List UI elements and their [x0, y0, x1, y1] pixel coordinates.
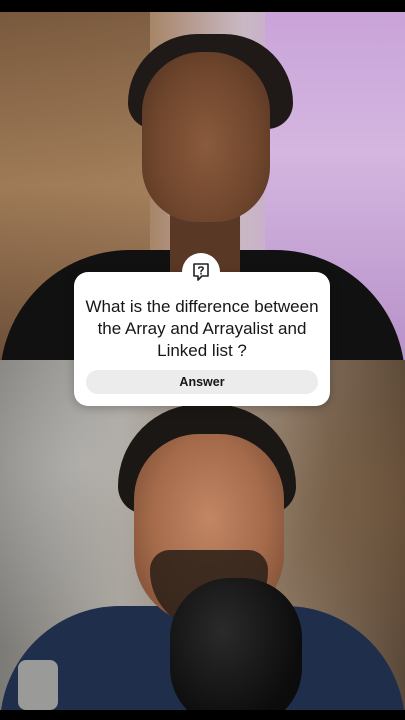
microphone [170, 578, 302, 710]
bottom-letterbox [0, 710, 405, 720]
answer-button[interactable]: Answer [86, 370, 318, 394]
question-badge [182, 253, 220, 291]
microphone-arm [18, 660, 58, 710]
question-mark-icon [192, 262, 210, 282]
question-text: What is the difference between the Array… [85, 297, 319, 360]
participant-video-bottom [0, 360, 405, 710]
question-card: What is the difference between the Array… [74, 272, 330, 406]
top-letterbox [0, 0, 405, 12]
participant-face [142, 52, 270, 222]
